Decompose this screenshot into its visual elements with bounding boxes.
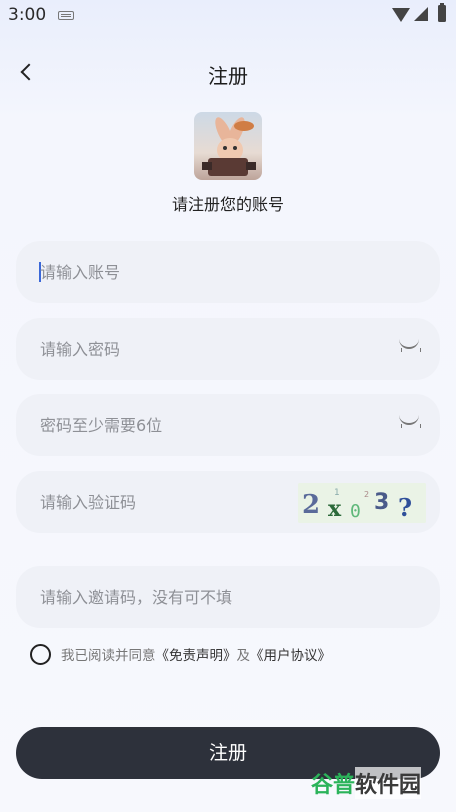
wifi-icon — [392, 8, 410, 22]
keyboard-icon — [58, 11, 74, 20]
battery-icon — [438, 3, 446, 22]
signal-icon — [414, 7, 428, 21]
watermark-part2: 软件园 — [355, 767, 422, 799]
watermark-part1: 谷普 — [311, 773, 356, 798]
status-bar: 3:00 — [0, 0, 456, 32]
status-time: 3:00 — [8, 5, 47, 25]
svg-text:2: 2 — [364, 490, 369, 499]
svg-text:x: x — [328, 496, 342, 522]
password-field[interactable] — [16, 318, 440, 380]
confirm-password-field[interactable] — [16, 394, 440, 456]
invite-code-input[interactable] — [40, 566, 420, 628]
agreement-joiner: 及 — [236, 648, 251, 664]
app-logo-avatar — [194, 112, 262, 180]
agreement-row: 我已阅读并同意 《免责声明》 及 《用户协议》 — [30, 642, 331, 666]
eye-closed-icon[interactable] — [398, 341, 422, 355]
svg-text:1: 1 — [334, 488, 340, 498]
invite-code-field[interactable] — [16, 566, 440, 628]
page-title: 注册 — [208, 64, 248, 88]
register-subtitle: 请注册您的账号 — [171, 195, 284, 214]
account-input[interactable] — [40, 241, 330, 303]
password-input[interactable] — [40, 318, 330, 380]
svg-text:2: 2 — [302, 490, 320, 520]
svg-text:3: 3 — [374, 490, 389, 515]
register-screen: 3:00 注册 请注册您的账号 请输入账号 请输入验证码 2 x 0 3 ? 1… — [0, 0, 456, 812]
watermark-logo: 谷普 软件园 — [311, 764, 447, 802]
captcha-field[interactable]: 2 x 0 3 ? 1 2 — [16, 471, 440, 533]
agreement-prefix: 我已阅读并同意 — [61, 648, 156, 664]
user-agreement-link[interactable]: 《用户协议》 — [250, 644, 331, 664]
captcha-image[interactable]: 2 x 0 3 ? 1 2 — [298, 483, 426, 523]
confirm-password-input[interactable] — [40, 394, 330, 456]
agreement-radio-icon[interactable] — [30, 643, 51, 665]
eye-closed-icon[interactable] — [398, 417, 422, 431]
svg-text:?: ? — [398, 493, 412, 522]
disclaimer-link[interactable]: 《免责声明》 — [156, 644, 237, 664]
svg-text:0: 0 — [350, 501, 361, 522]
account-field[interactable] — [16, 241, 440, 303]
captcha-input[interactable] — [40, 471, 330, 533]
